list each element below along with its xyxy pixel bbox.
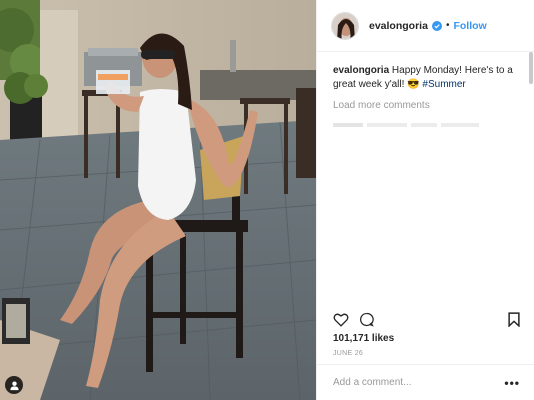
caption-username[interactable]: evalongoria: [333, 65, 389, 76]
avatar[interactable]: [331, 11, 359, 40]
load-more-comments[interactable]: Load more comments: [333, 99, 520, 113]
verified-badge-icon: [431, 20, 442, 31]
avatar-image: [332, 12, 358, 39]
post-sidebar: evalongoria • Follow evalongoria Happy M…: [316, 0, 534, 400]
post-date[interactable]: JUNE 26: [333, 350, 363, 357]
user-tag-button[interactable]: [5, 376, 23, 394]
add-comment-bar: •••: [317, 364, 534, 400]
post-image: [0, 0, 316, 400]
user-tag-icon: [9, 380, 19, 390]
hashtag-link[interactable]: #Summer: [422, 79, 465, 90]
post-photo[interactable]: [0, 0, 316, 400]
post-header: evalongoria • Follow: [317, 0, 534, 52]
scrollbar-thumb[interactable]: [529, 52, 533, 84]
more-options-button[interactable]: •••: [504, 376, 520, 390]
separator-dot: •: [445, 20, 450, 31]
save-button[interactable]: [508, 311, 520, 327]
likes-count[interactable]: 101,171 likes: [333, 333, 394, 344]
like-button[interactable]: [333, 312, 349, 327]
action-bar: [333, 308, 520, 330]
comments-section: evalongoria Happy Monday! Here's to a gr…: [317, 52, 534, 132]
username-link[interactable]: evalongoria: [369, 20, 428, 32]
follow-button[interactable]: Follow: [453, 20, 486, 32]
heart-icon: [333, 313, 349, 327]
comment-button[interactable]: [359, 312, 374, 327]
caption: evalongoria Happy Monday! Here's to a gr…: [333, 64, 520, 91]
bookmark-icon: [508, 311, 520, 327]
comments-scrollbar[interactable]: [529, 52, 533, 302]
comment-input[interactable]: [333, 377, 505, 388]
faded-comment-preview: [333, 119, 520, 133]
comment-icon: [360, 312, 374, 327]
